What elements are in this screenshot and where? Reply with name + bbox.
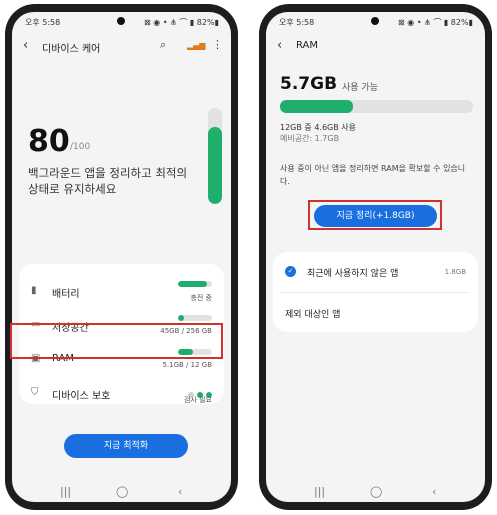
ram-row-highlight xyxy=(10,323,223,359)
app-bar: ‹ RAM xyxy=(266,34,485,60)
item-battery[interactable]: ▮ 배터리 충전 중 xyxy=(19,274,224,308)
ram-usage-text: 12GB 중 4.6GB 사용 xyxy=(280,123,356,132)
battery-bar xyxy=(178,281,212,287)
storage-bar xyxy=(178,315,212,321)
item-status: 충전 중 xyxy=(190,294,212,302)
battery-bar-fill xyxy=(178,281,207,287)
home-icon[interactable]: ◯ xyxy=(116,485,128,498)
back-arrow-icon[interactable]: ‹ xyxy=(277,38,282,53)
more-options-icon[interactable]: ⋮ xyxy=(212,38,223,51)
ram-usage-fill xyxy=(280,100,354,113)
home-icon[interactable]: ◯ xyxy=(370,485,382,498)
item-device-protection[interactable]: ⛉ 디바이스 보호 검사 필요 xyxy=(19,376,224,410)
device-care-screen: 오후 5:58 ⊠ ◉ • ⋔ ⌒ ▮ 82%▮ ‹ 디바이스 케어 ⌕ ▂▄▆… xyxy=(12,12,231,502)
clean-button-highlight xyxy=(308,200,442,230)
item-label: 배터리 xyxy=(52,289,80,300)
shield-icon: ⛉ xyxy=(31,387,39,398)
unused-apps-size: 1.8GB xyxy=(444,268,466,276)
score-gauge-fill xyxy=(208,127,222,204)
recents-icon[interactable]: ||| xyxy=(314,485,325,498)
back-icon[interactable]: ‹ xyxy=(432,485,436,498)
back-arrow-icon[interactable]: ‹ xyxy=(23,38,28,53)
divider xyxy=(281,292,470,293)
score-gauge xyxy=(208,108,222,204)
status-icons: ⊠ ◉ • ⋔ ⌒ ▮ 82%▮ xyxy=(398,18,473,27)
status-icons: ⊠ ◉ • ⋔ ⌒ ▮ 82%▮ xyxy=(144,18,219,27)
unused-apps-label[interactable]: 최근에 사용하지 않은 앱 xyxy=(307,266,398,279)
optimize-now-button[interactable]: 지금 최적화 xyxy=(64,434,188,458)
page-title: 디바이스 케어 xyxy=(42,44,101,55)
item-label: 디바이스 보호 xyxy=(52,391,111,402)
ram-available-value: 5.7GB xyxy=(280,74,338,94)
excluded-apps-item[interactable]: 제외 대상인 앱 xyxy=(285,307,340,320)
status-time: 오후 5:58 xyxy=(25,18,61,27)
item-status: 검사 필요 xyxy=(184,396,212,404)
care-description: 백그라운드 앱을 정리하고 최적의 상태로 유지하세요 xyxy=(28,166,188,196)
battery-icon: ▮ xyxy=(31,285,37,296)
ram-screen: 오후 5:58 ⊠ ◉ • ⋔ ⌒ ▮ 82%▮ ‹ RAM 5.7GB 사용 … xyxy=(266,12,485,502)
front-camera xyxy=(117,17,125,25)
left-phone: 오후 5:58 ⊠ ◉ • ⋔ ⌒ ▮ 82%▮ ‹ 디바이스 케어 ⌕ ▂▄▆… xyxy=(5,4,238,510)
back-icon[interactable]: ‹ xyxy=(178,485,182,498)
storage-bar-fill xyxy=(178,315,185,321)
recents-icon[interactable]: ||| xyxy=(60,485,71,498)
ram-info-text: 사용 중이 아닌 앱을 정리하면 RAM을 확보할 수 있습니다. xyxy=(280,164,466,186)
page-title: RAM xyxy=(296,40,319,51)
ram-spare-text: 예비공간: 1.7GB xyxy=(280,134,340,143)
apps-card: ✓ 최근에 사용하지 않은 앱 1.8GB 제외 대상인 앱 xyxy=(273,252,478,332)
front-camera xyxy=(371,17,379,25)
care-score-max: /100 xyxy=(70,142,91,152)
ram-usage-bar xyxy=(280,100,473,113)
ram-available-label: 사용 가능 xyxy=(342,83,378,93)
item-status: 5.1GB / 12 GB xyxy=(162,361,212,369)
app-bar: ‹ 디바이스 케어 ⌕ ▂▄▆ ⋮ xyxy=(12,34,231,60)
status-time: 오후 5:58 xyxy=(279,18,315,27)
search-icon[interactable]: ⌕ xyxy=(160,38,166,52)
right-phone: 오후 5:58 ⊠ ◉ • ⋔ ⌒ ▮ 82%▮ ‹ RAM 5.7GB 사용 … xyxy=(259,4,492,510)
nav-bar: ||| ◯ ‹ xyxy=(266,482,485,502)
check-icon[interactable]: ✓ xyxy=(285,266,296,277)
care-score: 80 xyxy=(28,124,70,159)
signal-icon[interactable]: ▂▄▆ xyxy=(187,41,205,50)
nav-bar: ||| ◯ ‹ xyxy=(12,482,231,502)
